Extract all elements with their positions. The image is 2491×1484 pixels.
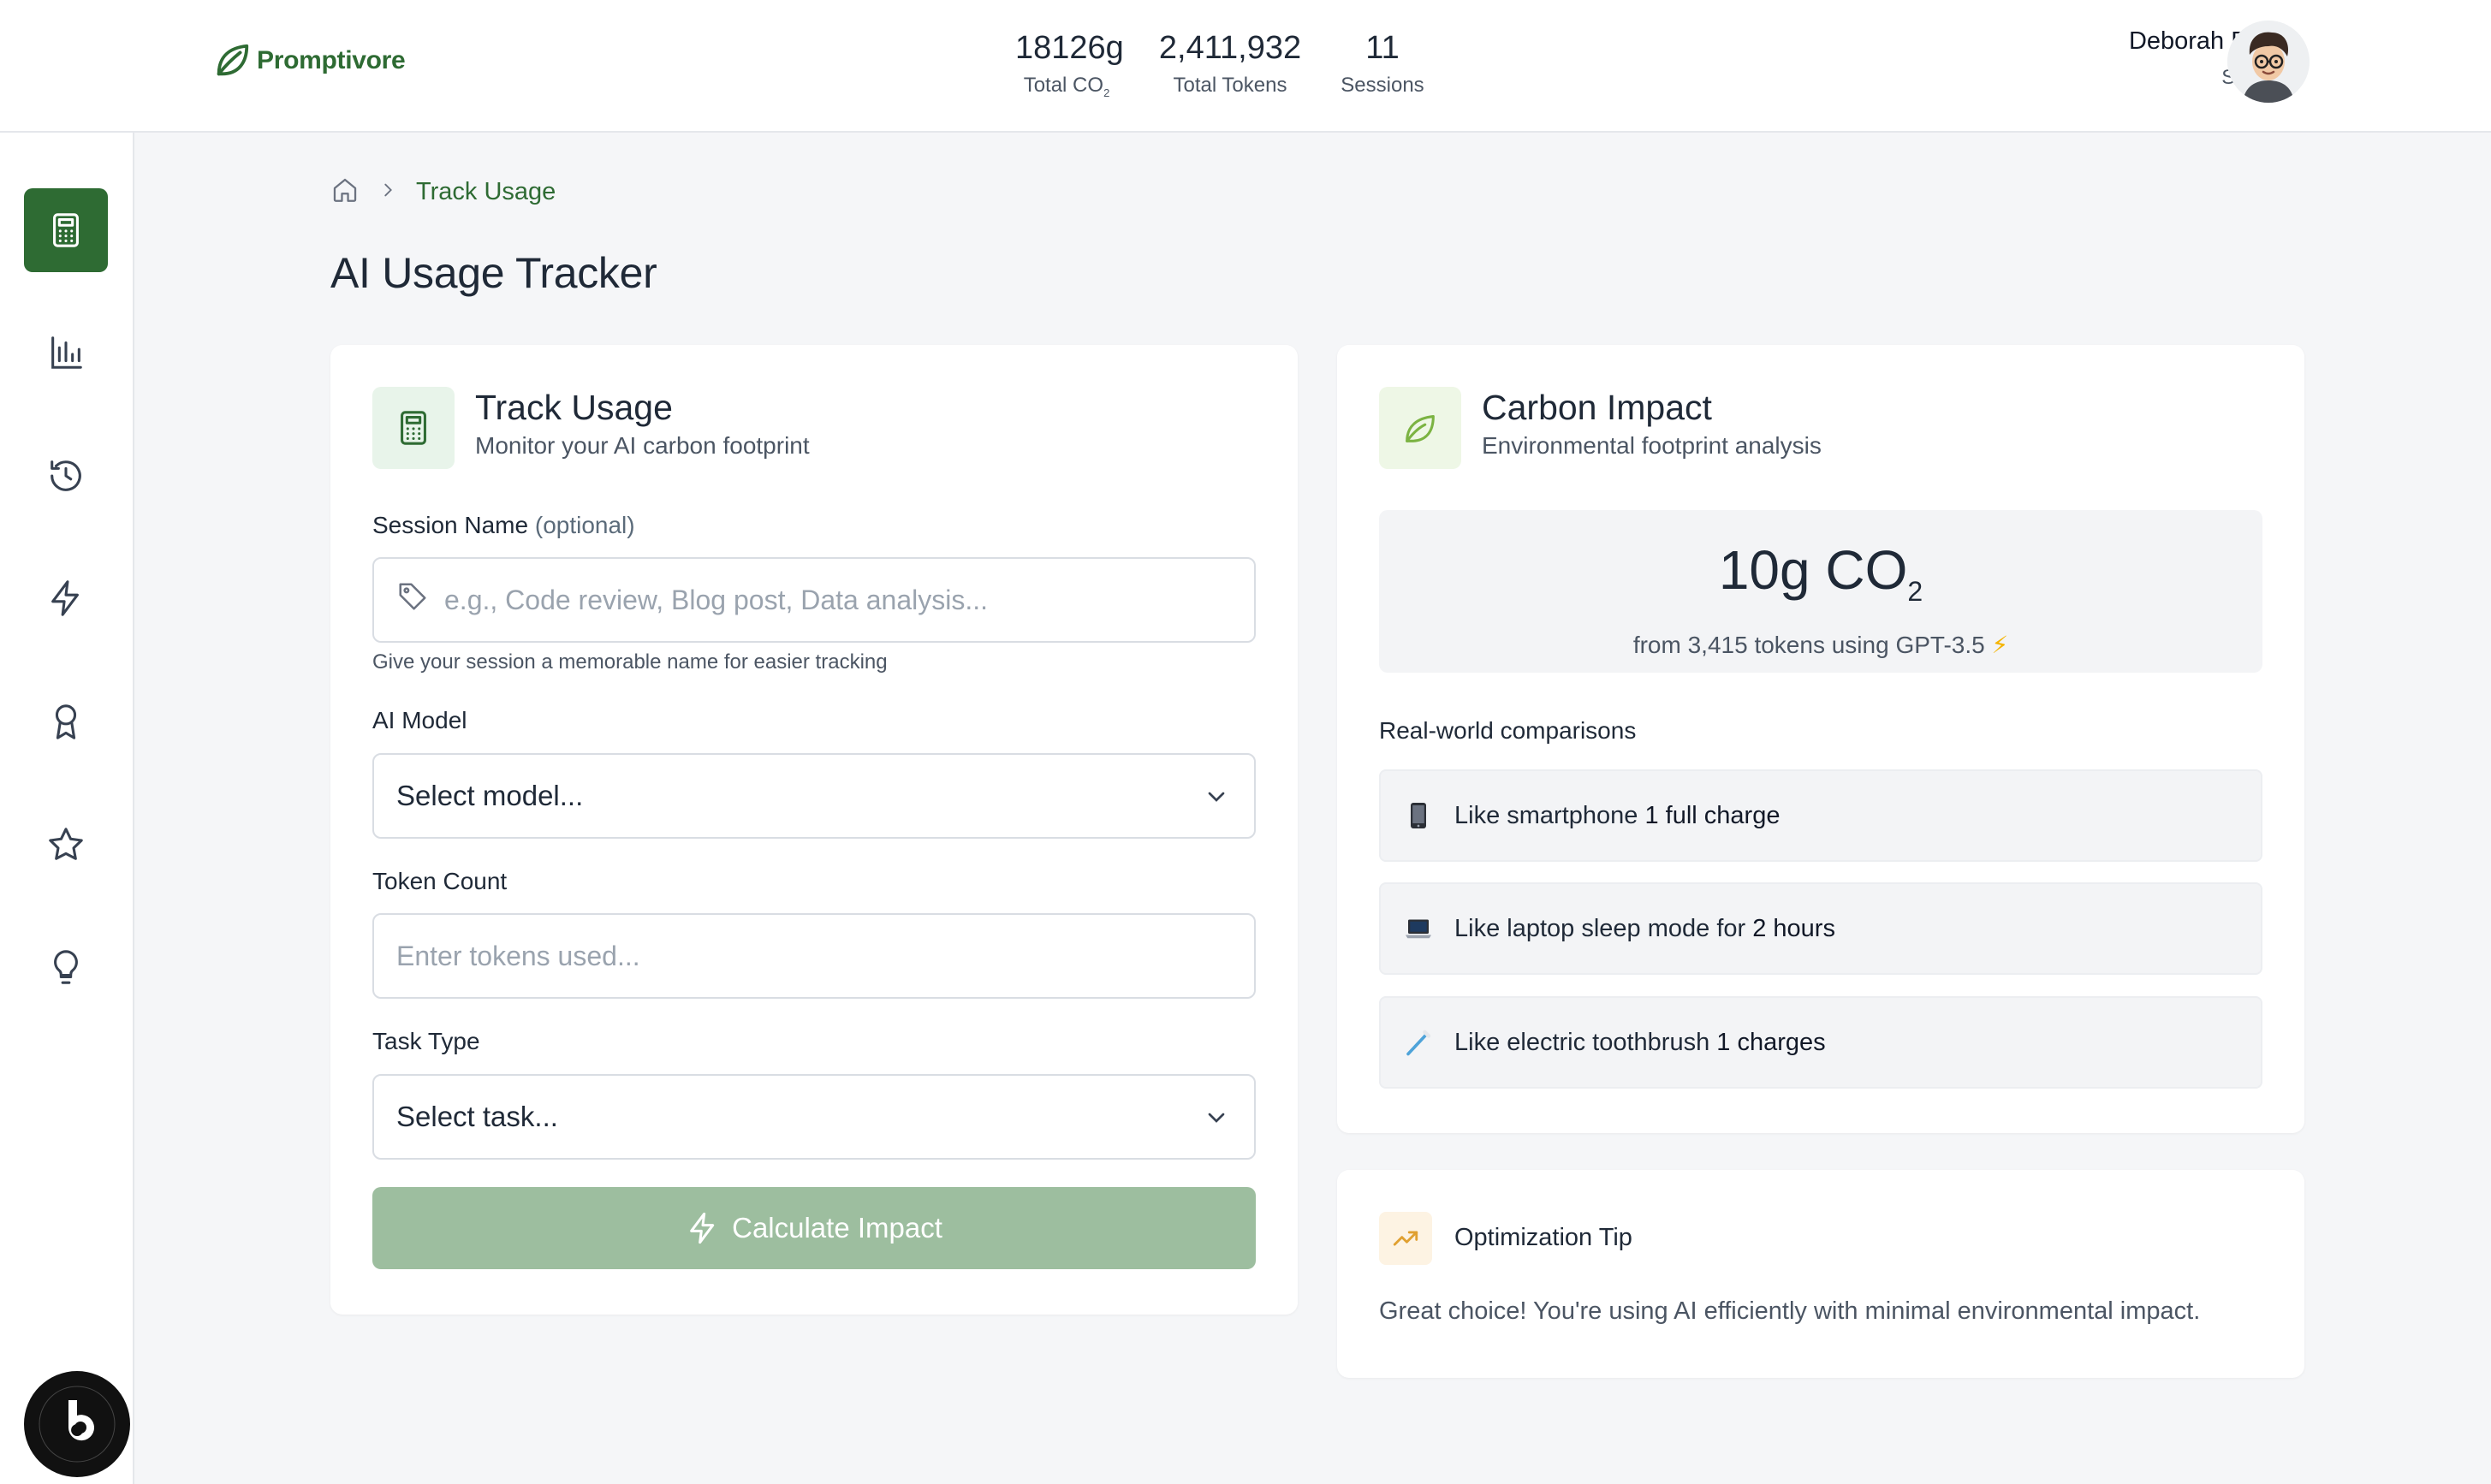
award-icon: [55, 704, 77, 739]
calculator-icon: [401, 411, 426, 445]
stat-value: 11: [1365, 30, 1400, 66]
stat-total-co2: 18126g Total CO2: [1015, 29, 1124, 105]
comparison-text: Like laptop sleep mode for 2 hours: [1454, 914, 1835, 942]
top-bar: Promptivore 18126g Total CO2 2,411,932 T…: [0, 0, 2491, 133]
chevron-right-icon: [384, 183, 392, 197]
card-title: Track Usage: [475, 388, 673, 427]
tag-icon: [399, 583, 426, 610]
stat-label: Total Tokens: [1173, 74, 1287, 97]
task-type-label: Task Type: [372, 1028, 480, 1054]
sidebar: [0, 133, 134, 1484]
breadcrumb-home[interactable]: [330, 175, 360, 209]
breadcrumb-separator: [378, 181, 397, 204]
session-name-label: Session Name (optional): [372, 512, 635, 538]
page-title: AI Usage Tracker: [330, 249, 657, 297]
smartphone-icon: [1411, 803, 1426, 828]
brand-logo[interactable]: Promptivore: [212, 41, 406, 80]
sidebar-item-achievements[interactable]: [24, 680, 108, 763]
session-name-hint: Give your session a memorable name for e…: [372, 650, 888, 674]
card-title: Carbon Impact: [1482, 388, 1712, 427]
task-type-value: Select task...: [396, 1101, 558, 1132]
avatar-illustration: [2227, 21, 2310, 103]
chevron-down-icon: [1208, 1113, 1225, 1123]
session-name-placeholder: e.g., Code review, Blog post, Data analy…: [444, 584, 988, 615]
stat-value: 18126g: [1015, 30, 1124, 66]
comparison-text: Like electric toothbrush 1 charges: [1454, 1028, 1826, 1056]
impact-summary: 10g CO2 from 3,415 tokens using GPT-3.5 …: [1379, 510, 2262, 673]
stat-total-tokens: 2,411,932 Total Tokens: [1157, 29, 1303, 98]
lightbulb-icon: [54, 950, 78, 984]
sidebar-item-energy[interactable]: [24, 556, 108, 640]
optimization-tip-card: [1337, 1170, 2304, 1378]
calculate-impact-label: Calculate Impact: [732, 1212, 942, 1244]
star-icon: [49, 828, 83, 860]
stat-label: Total CO2: [1023, 74, 1110, 99]
chevron-down-icon: [1208, 792, 1225, 802]
powered-by-bolt-badge[interactable]: [24, 1371, 130, 1477]
sidebar-item-history[interactable]: [24, 434, 108, 518]
lightning-icon: [51, 580, 79, 616]
ai-model-value: Select model...: [396, 780, 584, 811]
stat-sessions: 11 Sessions: [1335, 29, 1430, 98]
brand-name: Promptivore: [257, 46, 406, 74]
laptop-icon: [1406, 919, 1431, 939]
optional-tag: (optional): [534, 512, 635, 538]
session-name-input[interactable]: e.g., Code review, Blog post, Data analy…: [372, 557, 1256, 643]
breadcrumb: Track Usage: [330, 175, 556, 209]
card-subtitle: Environmental footprint analysis: [1482, 432, 1822, 459]
task-type-select[interactable]: Select task...: [372, 1074, 1256, 1160]
sidebar-item-analytics[interactable]: [24, 311, 108, 395]
tip-title: Optimization Tip: [1454, 1224, 1632, 1251]
token-count-label: Token Count: [372, 868, 508, 894]
calculate-impact-button[interactable]: Calculate Impact: [372, 1187, 1256, 1269]
impact-source: from 3,415 tokens using GPT-3.5 ⚡: [1632, 631, 2009, 658]
tip-text: Great choice! You're using AI efficientl…: [1379, 1297, 2201, 1325]
comparison-item: Like electric toothbrush 1 charges: [1379, 996, 2262, 1089]
lightning-icon: [690, 1212, 715, 1244]
ai-model-label: AI Model: [372, 707, 467, 733]
impact-card-header: Carbon Impact Environmental footprint an…: [1482, 387, 1822, 460]
token-count-input[interactable]: Enter tokens used...: [372, 913, 1256, 999]
sidebar-item-tips[interactable]: [24, 925, 108, 1009]
leaf-icon: [217, 44, 249, 76]
ai-model-select[interactable]: Select model...: [372, 753, 1256, 839]
bar-chart-icon: [51, 336, 82, 369]
history-icon: [51, 460, 81, 491]
comparison-text: Like smartphone 1 full charge: [1454, 801, 1781, 829]
sidebar-item-favorites[interactable]: [24, 803, 108, 887]
card-subtitle: Monitor your AI carbon footprint: [475, 432, 810, 459]
comparison-item: Like smartphone 1 full charge: [1379, 769, 2262, 862]
track-card-icon-tile: [372, 387, 455, 469]
comparison-item: Like laptop sleep mode for 2 hours: [1379, 882, 2262, 975]
tip-icon-tile: [1379, 1212, 1432, 1265]
impact-card-icon-tile: [1379, 387, 1461, 469]
bolt-logo-icon: [26, 1373, 128, 1475]
sidebar-item-track-usage[interactable]: [24, 188, 108, 272]
track-card-header: Track Usage Monitor your AI carbon footp…: [475, 387, 810, 460]
co2-total: 10g CO2: [1718, 539, 1923, 607]
toothbrush-icon: [1406, 1030, 1431, 1056]
stat-value: 2,411,932: [1158, 30, 1302, 66]
stat-label: Sessions: [1341, 74, 1424, 97]
lightning-icon: ⚡: [1991, 631, 2009, 658]
trending-up-icon: [1393, 1231, 1418, 1246]
calculator-icon: [53, 213, 79, 247]
avatar[interactable]: [2227, 21, 2310, 103]
comparisons-title: Real-world comparisons: [1379, 717, 1637, 744]
leaf-icon: [1406, 415, 1435, 442]
breadcrumb-current: Track Usage: [416, 178, 556, 205]
home-icon: [333, 178, 357, 202]
token-count-placeholder: Enter tokens used...: [396, 940, 640, 971]
